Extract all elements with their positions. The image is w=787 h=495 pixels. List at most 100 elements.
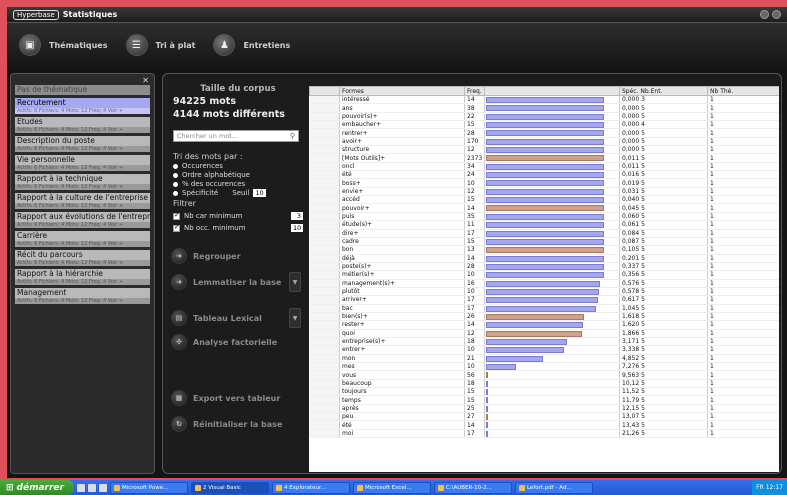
table-row[interactable]: arriver+ 17 0,617 51 (309, 295, 779, 305)
table-row[interactable]: bac 17 1,045 51 (309, 304, 779, 313)
taskbar-button[interactable]: Microsoft Powe... (109, 481, 188, 494)
export-button[interactable]: ▦ Export vers tableur (171, 390, 280, 406)
regrouper-button[interactable]: ➜ Regrouper (171, 248, 241, 264)
quicklaunch-icon[interactable] (98, 483, 107, 492)
column-header[interactable] (484, 86, 620, 96)
min-car-input[interactable]: 3 (291, 212, 303, 220)
theme-name[interactable]: Etudes (15, 117, 150, 127)
table-row[interactable]: entrer+ 10 3,338 51 (309, 345, 779, 355)
sort-option-percent[interactable]: % des occurences (173, 180, 303, 188)
taskbar-button[interactable]: Lefort.pdf - Ad... (514, 481, 593, 494)
theme-name[interactable]: Rapport à la culture de l'entreprise (15, 193, 150, 203)
theme-name[interactable]: Récit du parcours (15, 250, 150, 260)
toolbar-entretiens[interactable]: ♟ Entretiens (213, 34, 290, 56)
table-row[interactable]: quoi 12 1,866 51 (309, 329, 779, 338)
table-row[interactable]: vous 56 9,563 51 (309, 370, 779, 380)
table-row[interactable]: envie+ 12 0,031 51 (309, 187, 779, 197)
close-button[interactable] (772, 10, 781, 19)
table-row[interactable]: rester+ 14 1,620 51 (309, 320, 779, 330)
tableau-dropdown[interactable]: ▼ (289, 308, 301, 328)
theme-item[interactable]: Vie personnelle Actifs: 6 Fichiers: 4 Mot… (15, 155, 150, 171)
theme-name[interactable]: Pas de thématique (15, 85, 150, 95)
filter-min-car[interactable]: Nb car minimum 3 (173, 211, 303, 220)
table-row[interactable]: rentrer+ 28 0,000 51 (309, 128, 779, 138)
table-row[interactable]: pouvoir(s)+ 22 0,000 51 (309, 112, 779, 122)
table-row[interactable]: été 24 0,016 51 (309, 170, 779, 180)
table-row[interactable]: boss+ 10 0,019 51 (309, 178, 779, 188)
taskbar-button[interactable]: 4 Explorateur... (271, 481, 350, 494)
table-row[interactable]: bon 13 0,105 51 (309, 245, 779, 255)
table-row[interactable]: dire+ 17 0,084 51 (309, 229, 779, 238)
theme-name[interactable]: Carrière (15, 231, 150, 241)
sort-option-specificite[interactable]: Spécificité Seuil 10 (173, 189, 303, 197)
table-row[interactable]: embaucher+ 15 0,000 41 (309, 120, 779, 130)
filter-min-occ[interactable]: Nb occ. minimum 10 (173, 223, 303, 232)
theme-item[interactable]: Recrutement Actifs: 6 Fichiers: 4 Mots: 1… (15, 98, 150, 114)
sort-option-occurences[interactable]: Occurences (173, 162, 303, 170)
theme-item[interactable]: Rapport aux évolutions de l'entreprise Ac… (15, 212, 150, 228)
radio-button[interactable] (173, 190, 178, 196)
theme-name[interactable]: Vie personnelle (15, 155, 150, 165)
theme-item[interactable]: Rapport à la culture de l'entreprise Acti… (15, 193, 150, 209)
table-row[interactable]: bien(s)+ 26 1,618 51 (309, 312, 779, 322)
quicklaunch-icon[interactable] (76, 483, 85, 492)
table-row[interactable]: [Mots Outils]+ 2373 0,011 51 (309, 153, 779, 163)
start-button[interactable]: ⊞ démarrer (0, 480, 74, 495)
column-header[interactable] (309, 86, 340, 96)
table-row[interactable]: déjà 14 0,201 51 (309, 254, 779, 263)
theme-item[interactable]: Etudes Actifs: 6 Fichiers: 4 Mots: 12 Fre… (15, 117, 150, 133)
table-row[interactable]: mes 10 7,276 51 (309, 362, 779, 372)
sort-option-alpha[interactable]: Ordre alphabétique (173, 171, 303, 179)
table-row[interactable]: peu 27 13,07 51 (309, 412, 779, 422)
word-table[interactable]: Formes Freq. Spéc. Nb.Ent. Nb Thé. intér… (309, 86, 779, 472)
seuil-input[interactable]: 10 (253, 189, 266, 197)
theme-name[interactable]: Rapport à la technique (15, 174, 150, 184)
theme-item[interactable]: Description du poste Actifs: 6 Fichiers: … (15, 136, 150, 152)
table-row[interactable]: été 14 13,43 51 (309, 420, 779, 430)
search-icon[interactable]: ⚲ (290, 132, 295, 140)
radio-button[interactable] (173, 181, 178, 187)
column-header[interactable]: Freq. (464, 86, 485, 96)
radio-button[interactable] (173, 172, 178, 178)
theme-name[interactable]: Recrutement (15, 98, 150, 108)
table-row[interactable]: mon 21 4,852 51 (309, 354, 779, 364)
table-row[interactable]: pouvoir+ 14 0,045 51 (309, 203, 779, 213)
theme-item[interactable]: Rapport à la technique Actifs: 6 Fichiers… (15, 174, 150, 190)
theme-item[interactable]: Carrière Actifs: 6 Fichiers: 4 Mots: 12 F… (15, 231, 150, 247)
table-row[interactable]: management(s)+ 16 0,576 51 (309, 279, 779, 288)
column-header[interactable]: Nb Thé. (707, 86, 779, 96)
toolbar-thematiques[interactable]: ▣ Thématiques (19, 34, 108, 56)
reinit-button[interactable]: ↻ Réinitialiser la base (171, 416, 282, 432)
close-icon[interactable]: ✕ (142, 76, 149, 85)
toolbar-tri-a-plat[interactable]: ☰ Tri à plat (125, 34, 195, 56)
checkbox[interactable] (173, 211, 180, 220)
quicklaunch-icon[interactable] (87, 483, 96, 492)
theme-item[interactable]: Pas de thématique (15, 85, 150, 95)
table-row[interactable]: ans 38 0,000 51 (309, 103, 779, 113)
theme-name[interactable]: Description du poste (15, 136, 150, 146)
taskbar-button[interactable]: 2 Visual Basic (190, 481, 269, 494)
column-header[interactable]: Formes (339, 86, 465, 96)
theme-name[interactable]: Rapport aux évolutions de l'entreprise (15, 212, 150, 222)
lemmatiser-button[interactable]: ➜ Lemmatiser la base (171, 274, 281, 290)
table-row[interactable]: oncl 34 0,011 51 (309, 162, 779, 172)
checkbox[interactable] (173, 223, 180, 232)
table-row[interactable]: structure 12 0,000 51 (309, 145, 779, 155)
analyse-factorielle-button[interactable]: ✣ Analyse factorielle (171, 334, 277, 350)
table-row[interactable]: moi 17 21,26 51 (309, 429, 779, 439)
tableau-lexical-button[interactable]: ▤ Tableau Lexical (171, 310, 262, 326)
table-row[interactable]: accéd 15 0,040 51 (309, 195, 779, 205)
table-row[interactable]: intéressé 14 0,000 31 (309, 95, 779, 105)
table-row[interactable]: poste(s)+ 28 0,337 51 (309, 262, 779, 272)
lemmatiser-dropdown[interactable]: ▼ (289, 272, 301, 292)
taskbar-button[interactable]: C:\AUBER-10-2... (433, 481, 512, 494)
table-row[interactable]: cadre 15 0,087 51 (309, 237, 779, 247)
theme-item[interactable]: Management Actifs: 6 Fichiers: 4 Mots: 12… (15, 288, 150, 304)
theme-item[interactable]: Récit du parcours Actifs: 6 Fichiers: 4 M… (15, 250, 150, 266)
table-row[interactable]: entreprise(s)+ 18 3,171 51 (309, 337, 779, 347)
minimize-button[interactable] (760, 10, 769, 19)
theme-item[interactable]: Rapport à la hiérarchie Actifs: 6 Fichier… (15, 269, 150, 285)
table-row[interactable]: étude(s)+ 11 0,061 51 (309, 220, 779, 230)
table-row[interactable]: beaucoup 18 10,12 51 (309, 379, 779, 389)
theme-name[interactable]: Rapport à la hiérarchie (15, 269, 150, 279)
